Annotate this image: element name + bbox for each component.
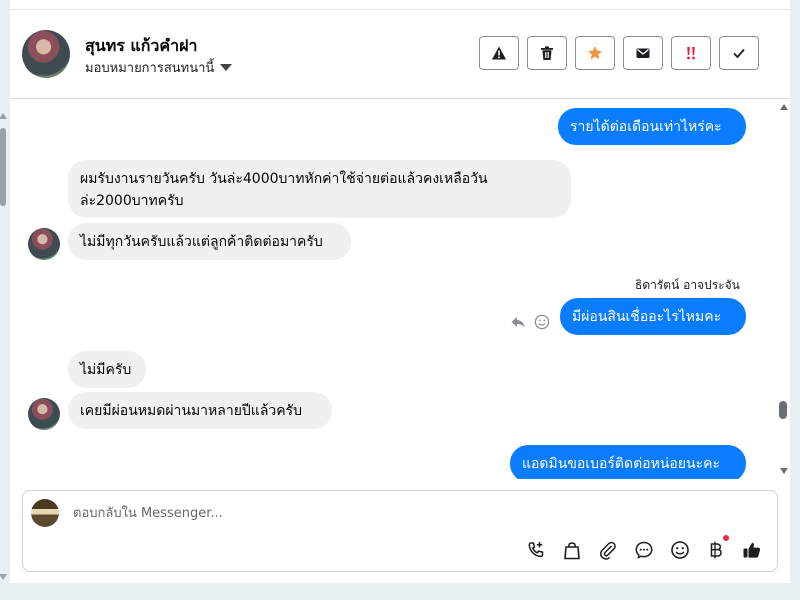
scroll-down-arrow-right[interactable] bbox=[780, 468, 788, 474]
contact-name[interactable]: สุนทร แก้วคำฝา bbox=[85, 34, 197, 59]
message-actions bbox=[510, 314, 550, 330]
delete-button[interactable] bbox=[527, 36, 567, 70]
payment-button[interactable] bbox=[705, 535, 729, 561]
mark-unread-button[interactable] bbox=[623, 36, 663, 70]
warning-icon bbox=[492, 46, 506, 60]
message-bubble-outgoing[interactable]: รายได้ต่อเดือนเท่าไหร่คะ bbox=[558, 108, 746, 145]
attach-button[interactable] bbox=[597, 539, 619, 561]
scroll-down-arrow-left[interactable] bbox=[0, 574, 7, 580]
star-icon bbox=[588, 46, 602, 60]
shopping-bag-icon bbox=[564, 542, 580, 560]
thumbs-up-icon bbox=[743, 542, 761, 558]
saved-replies-button[interactable] bbox=[633, 539, 655, 561]
spam-button[interactable] bbox=[479, 36, 519, 70]
paperclip-icon bbox=[599, 541, 616, 560]
left-scrollbar-thumb[interactable] bbox=[0, 128, 6, 206]
scroll-up-arrow-right[interactable] bbox=[780, 104, 788, 110]
follow-up-button[interactable] bbox=[671, 36, 711, 70]
notification-dot bbox=[723, 535, 729, 541]
caret-down-icon bbox=[220, 64, 233, 71]
check-icon bbox=[733, 48, 745, 59]
message-bubble-incoming[interactable]: เคยมีผ่อนหมดผ่านมาหลายปีแล้วครับ bbox=[68, 392, 332, 429]
star-button[interactable] bbox=[575, 36, 615, 70]
message-bubble-incoming[interactable]: ไม่มีทุกวันครับแล้วแต่ลูกค้าติดต่อมาครับ bbox=[68, 223, 351, 260]
envelope-icon bbox=[636, 48, 650, 58]
message-bubble-incoming[interactable]: ไม่มีครับ bbox=[68, 351, 146, 388]
composer-toolbar bbox=[525, 535, 763, 561]
reply-input[interactable] bbox=[71, 505, 725, 522]
react-icon[interactable] bbox=[534, 314, 550, 330]
assign-conversation-dropdown[interactable]: มอบหมายการสนทนานี้ bbox=[85, 57, 233, 78]
page-avatar bbox=[31, 499, 59, 527]
conversation-actions bbox=[479, 36, 759, 70]
chat-bubble-icon bbox=[635, 541, 653, 559]
emoji-button[interactable] bbox=[669, 539, 691, 561]
send-like-button[interactable] bbox=[741, 539, 763, 561]
sender-avatar[interactable] bbox=[28, 228, 60, 260]
message-bubble-outgoing[interactable]: มีผ่อนสินเชื่ออะไรไหมคะ bbox=[560, 298, 746, 335]
top-divider bbox=[10, 9, 790, 10]
message-bubble-outgoing[interactable]: แอดมินขอเบอร์ติดต่อหน่อยนะคะ bbox=[510, 445, 746, 479]
baht-icon bbox=[710, 541, 722, 559]
message-list: รายได้ต่อเดือนเท่าไหร่คะ ผมรับงานรายวันค… bbox=[10, 99, 778, 479]
smiley-icon bbox=[671, 541, 689, 559]
call-add-icon bbox=[528, 542, 544, 558]
reply-composer bbox=[22, 490, 778, 572]
sender-name: ธิดารัตน์ อาจประจัน bbox=[635, 278, 740, 292]
message-scrollbar-thumb[interactable] bbox=[779, 401, 787, 419]
assign-label: มอบหมายการสนทนานี้ bbox=[85, 61, 215, 76]
exclamation-icon bbox=[687, 47, 695, 60]
call-button[interactable] bbox=[525, 539, 547, 561]
left-scrollbar[interactable] bbox=[0, 120, 6, 578]
contact-avatar[interactable] bbox=[22, 30, 70, 78]
reply-icon[interactable] bbox=[510, 314, 526, 330]
scroll-up-arrow-left[interactable] bbox=[0, 113, 7, 119]
shop-button[interactable] bbox=[561, 539, 583, 561]
sender-avatar[interactable] bbox=[28, 398, 60, 430]
mark-done-button[interactable] bbox=[719, 36, 759, 70]
trash-icon bbox=[541, 46, 553, 60]
message-bubble-incoming[interactable]: ผมรับงานรายวันครับ วันล่ะ4000บาทหักค่าใช… bbox=[68, 160, 571, 218]
